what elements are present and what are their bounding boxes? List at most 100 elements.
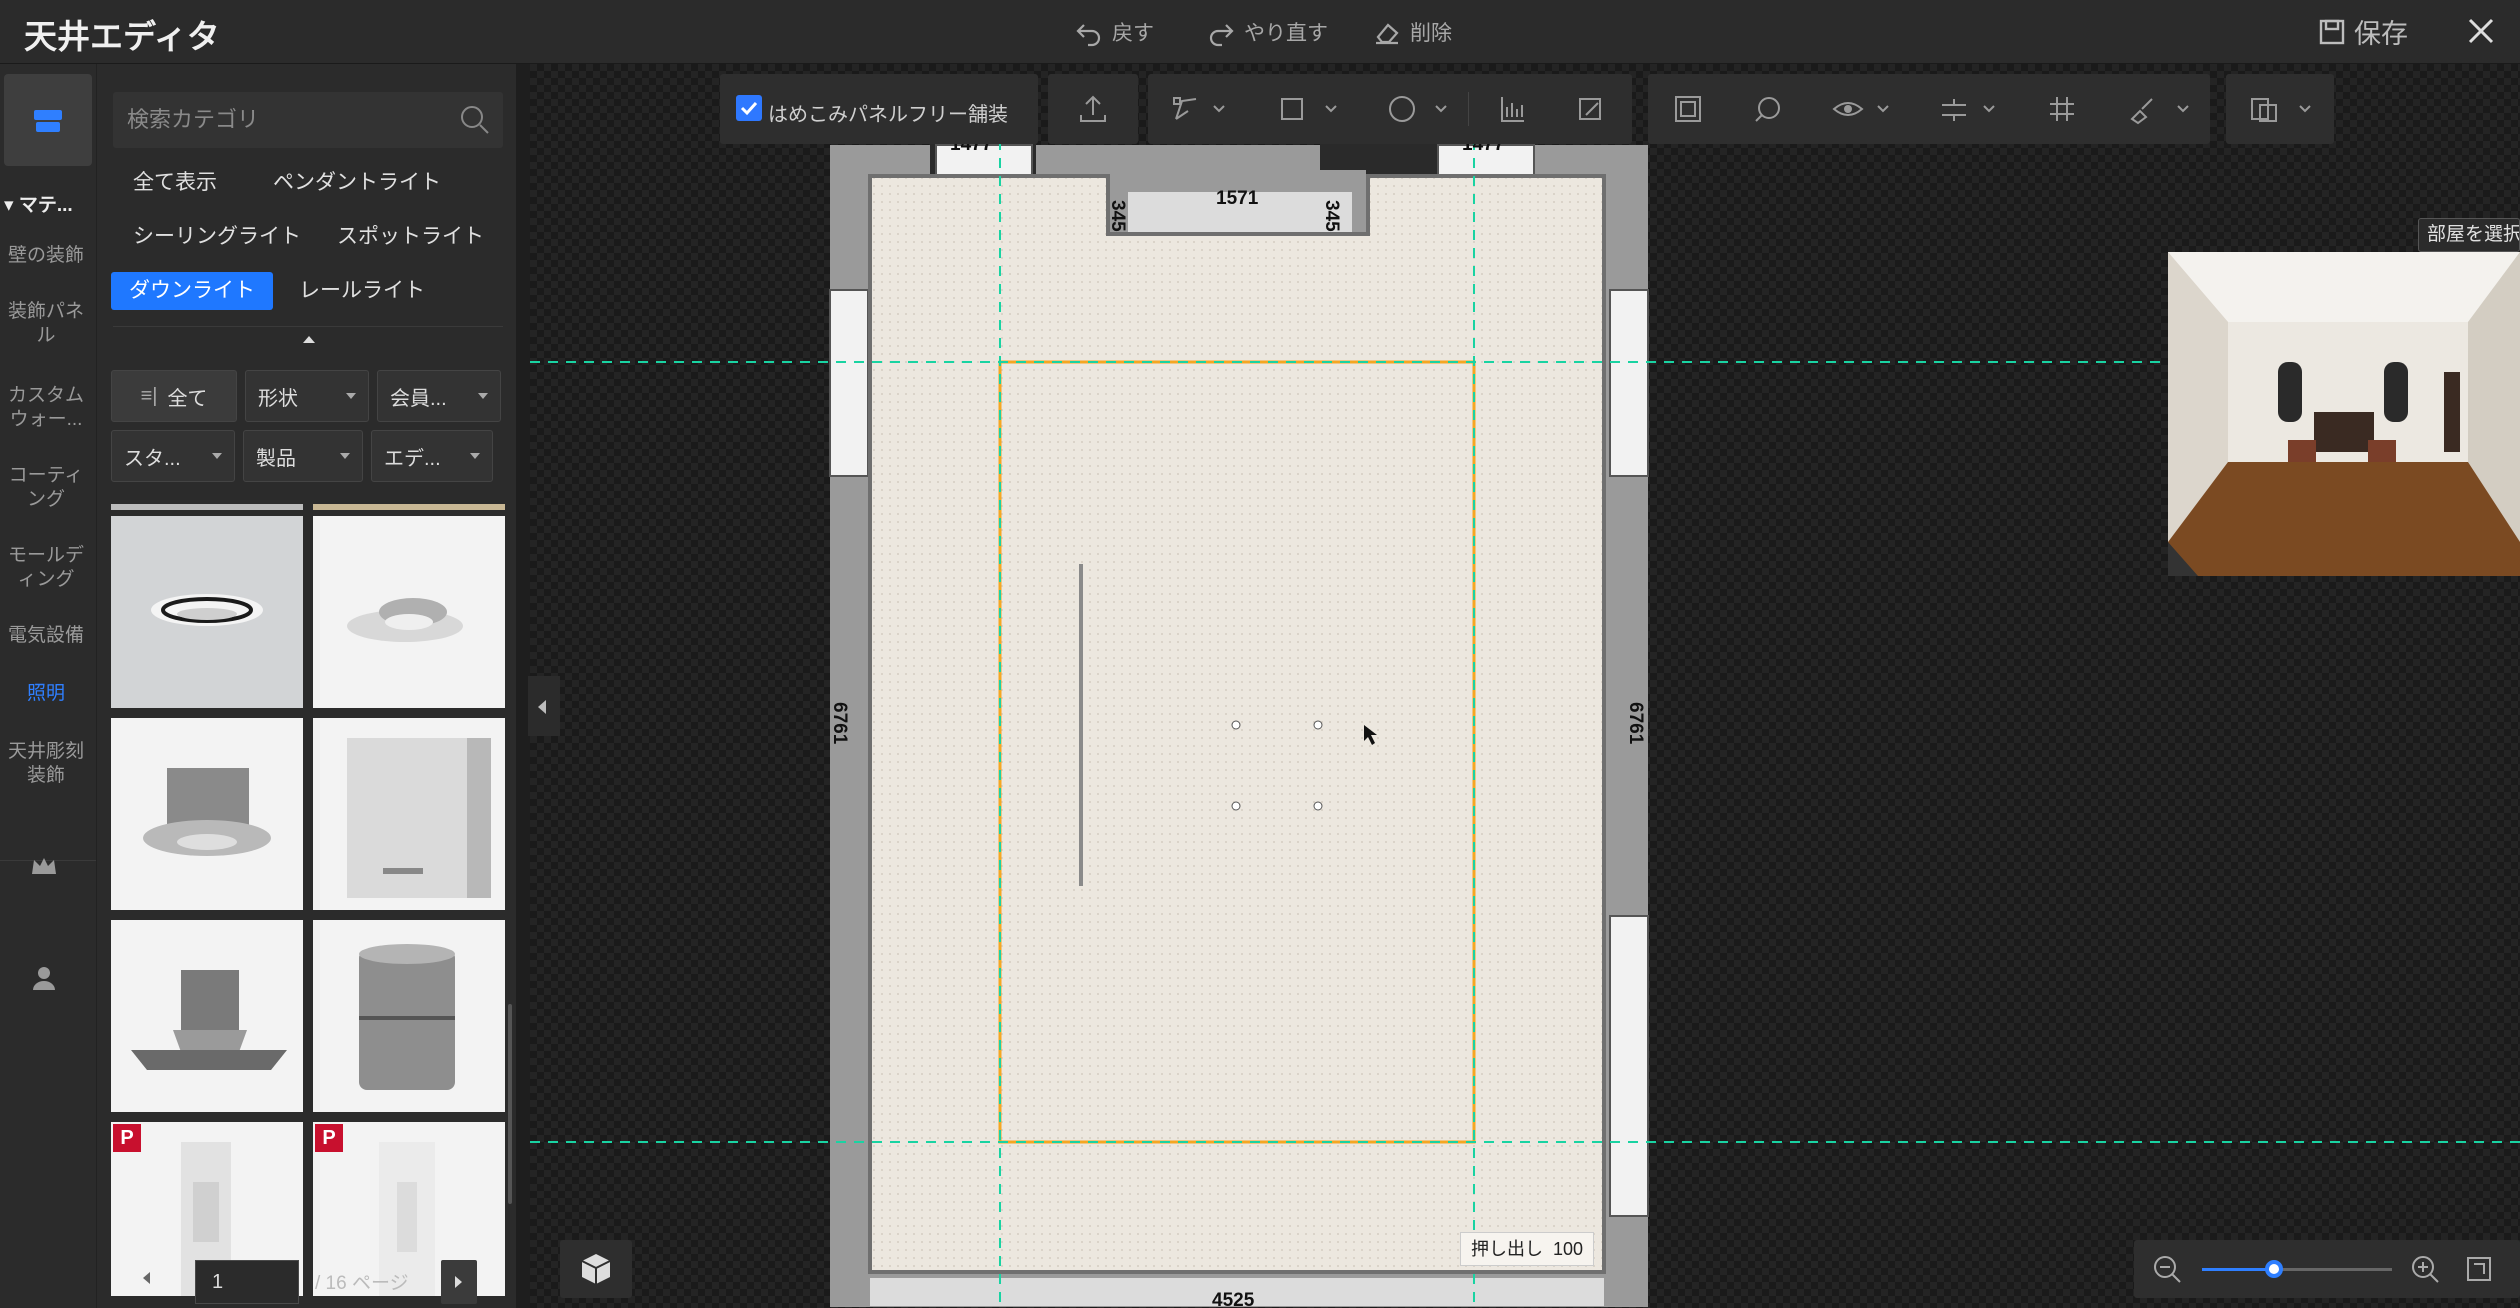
category-pendant[interactable]: ペンダントライト xyxy=(255,164,459,202)
select-room-button[interactable]: 部屋を選択 xyxy=(2418,218,2520,252)
undo-button[interactable]: 戻す xyxy=(1074,14,1154,50)
search-icon[interactable] xyxy=(459,104,491,136)
rail-item-custom-wall[interactable]: カスタムウォー... xyxy=(0,384,92,432)
visibility-button[interactable] xyxy=(1830,91,1866,127)
redo-label: やり直す xyxy=(1244,22,1328,45)
prev-page-button[interactable] xyxy=(143,1272,150,1284)
category-all[interactable]: 全て表示 xyxy=(115,164,235,202)
extrude-value: 100 xyxy=(1553,1239,1584,1259)
filter-editor[interactable]: エデ... xyxy=(371,430,493,482)
edit-tool-button[interactable] xyxy=(1572,91,1608,127)
category-spot[interactable]: スポットライト xyxy=(319,218,502,256)
user-icon[interactable] xyxy=(28,962,60,994)
rail-section-header[interactable]: ▾ マテ... xyxy=(4,190,73,217)
filter-all-button[interactable]: ≡| 全て xyxy=(111,370,237,422)
catalog-panel: 全て表示 ペンダントライト シーリングライト スポットライト ダウンライト レー… xyxy=(96,64,516,1308)
page-input[interactable] xyxy=(195,1260,299,1304)
frame-icon xyxy=(1675,96,1701,122)
category-divider xyxy=(113,326,503,327)
crown-icon[interactable] xyxy=(28,850,60,882)
zoom-out-icon[interactable] xyxy=(2152,1254,2182,1284)
chevron-down-icon[interactable] xyxy=(2298,104,2312,114)
product-square-box-light[interactable] xyxy=(313,718,505,910)
product-scrollbar[interactable] xyxy=(508,1004,512,1204)
redo-icon xyxy=(1209,24,1234,47)
room-preview[interactable] xyxy=(2168,252,2520,576)
category-rail[interactable]: レールライト xyxy=(281,272,443,310)
window-left xyxy=(829,289,869,477)
frame-button[interactable] xyxy=(1670,91,1706,127)
level-button[interactable] xyxy=(1936,91,1972,127)
product-surface-cylinder-light[interactable] xyxy=(313,920,505,1112)
inlay-checkbox[interactable] xyxy=(736,95,762,121)
chevron-down-icon xyxy=(340,453,350,459)
chevron-down-icon[interactable] xyxy=(1434,104,1448,114)
tilted-downlight-image xyxy=(347,598,463,642)
filter-product[interactable]: 製品 xyxy=(243,430,363,482)
filter-member[interactable]: 会員... xyxy=(377,370,501,422)
rail-item-ceiling-carving[interactable]: 天井彫刻装飾 xyxy=(0,740,92,788)
pen-tool-button[interactable] xyxy=(1168,91,1204,127)
rail-item-decor-panel[interactable]: 装飾パネル xyxy=(0,300,92,348)
product-cylinder-downlight[interactable] xyxy=(111,718,303,910)
layers-button[interactable] xyxy=(2246,91,2282,127)
chevron-down-icon[interactable] xyxy=(1982,104,1996,114)
anchor-point[interactable] xyxy=(1313,801,1323,811)
rail-item-coating[interactable]: コーティング xyxy=(0,464,92,512)
fit-view-icon[interactable] xyxy=(2464,1254,2494,1284)
zoom-slider[interactable] xyxy=(2202,1260,2392,1278)
category-downlight[interactable]: ダウンライト xyxy=(111,272,273,310)
redo-button[interactable]: やり直す xyxy=(1206,14,1328,50)
anchor-point[interactable] xyxy=(1313,720,1323,730)
chevron-down-icon xyxy=(212,453,222,459)
layers-group xyxy=(2226,74,2334,144)
extrude-input[interactable]: 押し出し 100 xyxy=(1460,1232,1595,1266)
rail-item-wall-decor[interactable]: 壁の装飾 xyxy=(0,244,92,268)
window-right-top xyxy=(1609,289,1649,477)
check-icon xyxy=(740,101,758,116)
rail-item-molding[interactable]: モールディング xyxy=(0,544,92,592)
circle-tool-button[interactable] xyxy=(1384,91,1420,127)
category-rail: ▾ マテ... 壁の装飾 装飾パネル カスタムウォー... コーティング モール… xyxy=(0,64,96,1308)
delete-button[interactable]: 削除 xyxy=(1372,14,1452,50)
product-grid: P P xyxy=(111,504,507,1296)
rail-item-lighting[interactable]: 照明 xyxy=(0,682,92,706)
search-zoom-button[interactable] xyxy=(1750,91,1786,127)
product-ring-downlight[interactable] xyxy=(111,516,303,708)
zoom-slider-fill xyxy=(2202,1268,2275,1271)
chevron-down-icon[interactable] xyxy=(1876,104,1890,114)
room-3d-view-image xyxy=(2168,252,2520,576)
next-page-button[interactable] xyxy=(441,1260,477,1304)
chevron-down-icon xyxy=(346,393,356,399)
close-icon[interactable] xyxy=(2464,14,2498,48)
surface-cylinder-light-image xyxy=(359,944,455,1090)
brush-button[interactable] xyxy=(2124,91,2160,127)
product-tilted-downlight[interactable] xyxy=(313,516,505,708)
anchor-point[interactable] xyxy=(1231,720,1241,730)
grid-button[interactable] xyxy=(2044,91,2080,127)
upload-button[interactable] xyxy=(1075,91,1111,127)
chevron-down-icon[interactable] xyxy=(1324,104,1338,114)
zoom-slider-handle[interactable] xyxy=(2265,1260,2284,1278)
align-tool-button[interactable] xyxy=(1494,91,1530,127)
rail-item-electrical[interactable]: 電気設備 xyxy=(0,624,92,648)
chevron-down-icon[interactable] xyxy=(2176,104,2190,114)
search-zoom-icon xyxy=(1755,97,1780,122)
view-tools-group xyxy=(1648,74,2210,144)
product-square-spot-downlight[interactable] xyxy=(111,920,303,1112)
filter-shape[interactable]: 形状 xyxy=(245,370,369,422)
dim-niche-left: 345 xyxy=(1107,200,1128,232)
chevron-down-icon[interactable] xyxy=(1212,104,1226,114)
rectangle-tool-button[interactable] xyxy=(1274,91,1310,127)
material-tab[interactable] xyxy=(4,74,92,166)
save-button[interactable]: 保存 xyxy=(2318,12,2408,51)
anchor-point[interactable] xyxy=(1231,801,1241,811)
dim-height-left: 6761 xyxy=(829,702,850,745)
collapse-categories-icon[interactable] xyxy=(303,336,315,343)
view-3d-button[interactable] xyxy=(560,1240,632,1298)
filter-style[interactable]: スタ... xyxy=(111,430,235,482)
zoom-in-icon[interactable] xyxy=(2410,1254,2440,1284)
brush-icon xyxy=(2130,98,2153,125)
search-input[interactable] xyxy=(127,92,447,148)
category-ceiling[interactable]: シーリングライト xyxy=(115,218,319,256)
